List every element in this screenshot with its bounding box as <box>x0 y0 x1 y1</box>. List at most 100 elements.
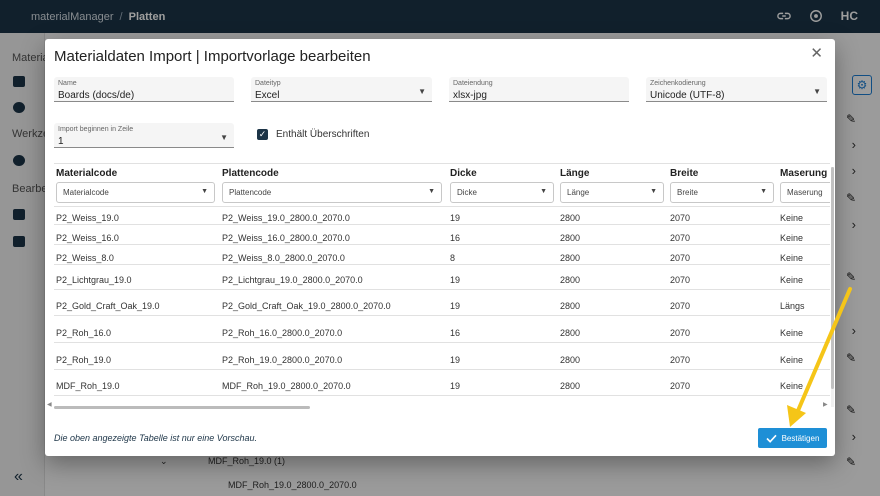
cell-plattencode: MDF_Roh_19.0_2800.0_2070.0 <box>222 381 351 391</box>
filter-materialcode[interactable]: Materialcode ▼ <box>56 182 215 203</box>
cell-dicke: 19 <box>450 213 461 223</box>
name-label: Name <box>58 80 77 87</box>
dateiendung-value[interactable]: xlsx-jpg <box>453 90 487 101</box>
col-header-dicke[interactable]: Dicke <box>450 168 477 179</box>
import-start-row-value: 1 <box>58 136 64 147</box>
zeichenkodierung-value: Unicode (UTF-8) <box>650 90 725 101</box>
filter-laenge[interactable]: Länge ▼ <box>560 182 664 203</box>
cell-breite: 2070 <box>670 233 691 243</box>
cell-maserung: Keine <box>780 253 804 263</box>
scroll-left-icon[interactable]: ◀ <box>47 401 52 408</box>
headers-checkbox-label: Enthält Überschriften <box>276 129 370 140</box>
caret-down-icon: ▼ <box>428 188 435 195</box>
caret-down-icon: ▼ <box>201 188 208 195</box>
filter-breite[interactable]: Breite ▼ <box>670 182 774 203</box>
cell-laenge: 2800 <box>560 355 581 365</box>
cell-breite: 2070 <box>670 301 691 311</box>
cell-dicke: 19 <box>450 381 461 391</box>
cell-materialcode: P2_Weiss_8.0 <box>56 253 114 263</box>
caret-down-icon: ▼ <box>540 188 547 195</box>
cell-materialcode: P2_Roh_19.0 <box>56 355 112 365</box>
caret-down-icon: ▼ <box>220 133 228 142</box>
cell-laenge: 2800 <box>560 233 581 243</box>
cell-maserung: Keine <box>780 213 804 223</box>
dateiendung-field[interactable]: Dateiendung xlsx-jpg <box>449 77 629 102</box>
cell-maserung: Keine <box>780 233 804 243</box>
cell-plattencode: P2_Roh_19.0_2800.0_2070.0 <box>222 355 343 365</box>
caret-down-icon: ▼ <box>813 87 821 96</box>
zeichenkodierung-label: Zeichenkodierung <box>650 80 706 87</box>
zeichenkodierung-select[interactable]: Zeichenkodierung Unicode (UTF-8) ▼ <box>646 77 827 102</box>
import-dialog: Materialdaten Import | Importvorlage bea… <box>45 39 835 456</box>
filter-maserung[interactable]: Maserung <box>780 182 830 203</box>
col-header-breite[interactable]: Breite <box>670 168 698 179</box>
cell-laenge: 2800 <box>560 253 581 263</box>
cell-breite: 2070 <box>670 328 691 338</box>
cell-plattencode: P2_Gold_Craft_Oak_19.0_2800.0_2070.0 <box>222 301 391 311</box>
caret-down-icon: ▼ <box>418 87 426 96</box>
col-header-materialcode[interactable]: Materialcode <box>56 168 117 179</box>
cell-laenge: 2800 <box>560 381 581 391</box>
table-divider <box>54 163 830 164</box>
cell-plattencode: P2_Weiss_19.0_2800.0_2070.0 <box>222 213 350 223</box>
dateityp-label: Dateityp <box>255 80 281 87</box>
highlight-arrow-icon <box>787 287 852 427</box>
table-divider <box>54 395 830 396</box>
table-divider <box>54 315 830 316</box>
preview-table: Materialcode Plattencode Dicke Länge Bre… <box>54 163 830 411</box>
cell-dicke: 16 <box>450 233 461 243</box>
cell-maserung: Keine <box>780 275 804 285</box>
dateityp-select[interactable]: Dateityp Excel ▼ <box>251 77 432 102</box>
cell-laenge: 2800 <box>560 328 581 338</box>
table-divider <box>54 369 830 370</box>
table-divider <box>54 342 830 343</box>
cell-laenge: 2800 <box>560 301 581 311</box>
filter-dicke-value: Dicke <box>457 188 478 197</box>
filter-plattencode-value: Plattencode <box>229 188 272 197</box>
cell-breite: 2070 <box>670 213 691 223</box>
checkbox-checked-icon[interactable]: ✓ <box>257 129 268 140</box>
filter-laenge-value: Länge <box>567 188 590 197</box>
name-value[interactable]: Boards (docs/de) <box>58 90 134 101</box>
cell-dicke: 8 <box>450 253 456 263</box>
cell-plattencode: P2_Lichtgrau_19.0_2800.0_2070.0 <box>222 275 363 285</box>
cell-dicke: 19 <box>450 355 461 365</box>
cell-plattencode: P2_Roh_16.0_2800.0_2070.0 <box>222 328 343 338</box>
cell-materialcode: P2_Weiss_16.0 <box>56 233 119 243</box>
cell-breite: 2070 <box>670 253 691 263</box>
filter-materialcode-value: Materialcode <box>63 188 109 197</box>
table-divider <box>54 206 830 207</box>
col-header-maserung[interactable]: Maserung <box>780 168 827 179</box>
preview-note: Die oben angezeigte Tabelle ist nur eine… <box>54 433 257 443</box>
horizontal-scrollbar[interactable] <box>54 406 830 409</box>
cell-materialcode: P2_Lichtgrau_19.0 <box>56 275 132 285</box>
cell-materialcode: P2_Weiss_19.0 <box>56 213 119 223</box>
cell-breite: 2070 <box>670 275 691 285</box>
cell-plattencode: P2_Weiss_8.0_2800.0_2070.0 <box>222 253 345 263</box>
dateityp-value: Excel <box>255 90 280 101</box>
table-divider <box>54 224 830 225</box>
cell-materialcode: MDF_Roh_19.0 <box>56 381 120 391</box>
close-icon[interactable]: ✕ <box>810 44 823 62</box>
cell-dicke: 16 <box>450 328 461 338</box>
col-header-laenge[interactable]: Länge <box>560 168 589 179</box>
cell-breite: 2070 <box>670 355 691 365</box>
cell-materialcode: P2_Roh_16.0 <box>56 328 112 338</box>
cell-plattencode: P2_Weiss_16.0_2800.0_2070.0 <box>222 233 350 243</box>
table-divider <box>54 244 830 245</box>
horizontal-scrollbar-thumb[interactable] <box>54 406 310 409</box>
cell-dicke: 19 <box>450 275 461 285</box>
cell-dicke: 19 <box>450 301 461 311</box>
cell-breite: 2070 <box>670 381 691 391</box>
col-header-plattencode[interactable]: Plattencode <box>222 168 279 179</box>
dateiendung-label: Dateiendung <box>453 80 493 87</box>
import-start-row-label: Import beginnen in Zeile <box>58 126 134 133</box>
dialog-title: Materialdaten Import | Importvorlage bea… <box>54 48 371 65</box>
filter-dicke[interactable]: Dicke ▼ <box>450 182 554 203</box>
filter-plattencode[interactable]: Plattencode ▼ <box>222 182 442 203</box>
import-start-row-select[interactable]: Import beginnen in Zeile 1 ▼ <box>54 123 234 148</box>
headers-checkbox-group[interactable]: ✓ Enthält Überschriften <box>257 129 369 140</box>
name-field[interactable]: Name Boards (docs/de) <box>54 77 234 102</box>
caret-down-icon: ▼ <box>650 188 657 195</box>
filter-breite-value: Breite <box>677 188 698 197</box>
